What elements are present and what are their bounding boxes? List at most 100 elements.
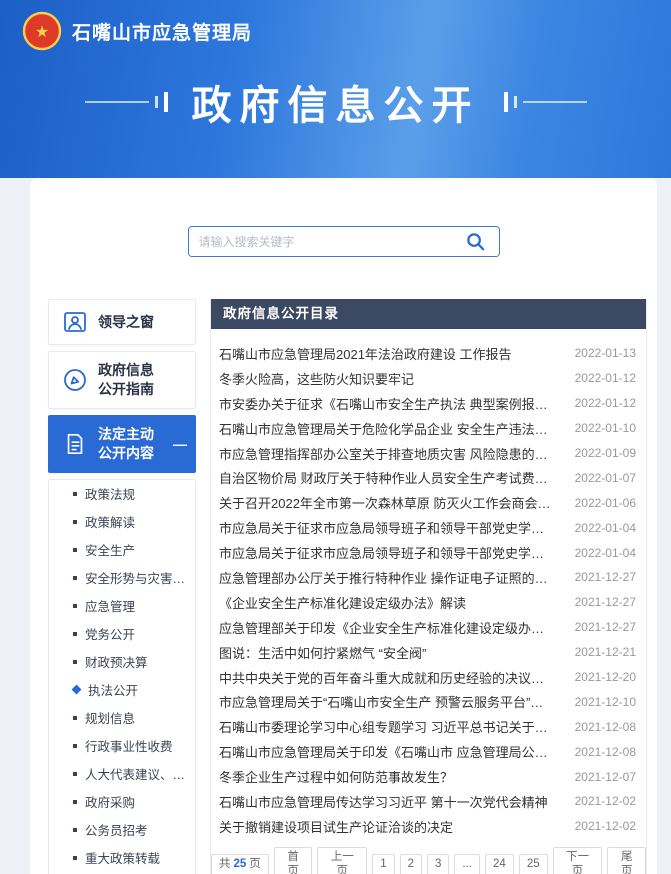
article-row[interactable]: 图说：生活中如何拧紧燃气 “安全阀” 2021-12-21 (211, 640, 646, 665)
article-date: 2022-01-04 (574, 545, 636, 560)
bullet-icon (73, 631, 77, 636)
article-title[interactable]: 石嘴山市委理论学习中心组专题学习 习近平总书记关于安全生产 重要论述 (219, 717, 556, 736)
sidebar-item-label: 政府信息公开指南 (98, 362, 154, 397)
article-title[interactable]: 市应急管理局关于“石嘴山市安全生产 预警云服务平台”运行情况的通报 (219, 692, 556, 711)
article-title[interactable]: 冬季企业生产过程中如何防范事故发生？ (219, 767, 556, 786)
article-row[interactable]: 关于召开2022年全市第一次森林草原 防灭火工作会商会议的通知 2022-01-0… (211, 490, 646, 515)
bullet-icon (73, 575, 77, 580)
sidebar-item-npc-cppcc[interactable]: 人大代表建议、政协委... (49, 760, 195, 788)
bullet-icon (73, 827, 77, 832)
article-row[interactable]: 市应急管理指挥部办公室关于排查地质灾害 风险隐患的紧急通知 2022-01-09 (211, 441, 646, 466)
article-row[interactable]: 应急管理部办公厅关于推行特种作业 操作证电子证照的通知 2021-12-27 (211, 565, 646, 590)
sidebar-item-civil-servant-recruitment[interactable]: 公务员招考 (49, 816, 195, 844)
section-header: 政府信息公开目录 (211, 299, 646, 329)
sidebar-item-party-affairs[interactable]: 党务公开 (49, 620, 195, 648)
article-list: 石嘴山市应急管理局2021年法治政府建设 工作报告 2022-01-13 冬季火险… (211, 329, 646, 839)
article-row[interactable]: 市应急局关于征求市应急局领导班子和领导干部党史学习教育专题民主生活会 意... 2… (211, 540, 646, 565)
article-title[interactable]: 关于撤销建设项目试生产论证洽谈的决定 (219, 817, 556, 836)
article-row[interactable]: 冬季火险高，这些防火知识要牢记 2022-01-12 (211, 366, 646, 391)
bullet-icon (73, 855, 77, 860)
sidebar-item-law-enforcement[interactable]: 执法公开 (49, 676, 195, 704)
sidebar-item-policy-interpretation[interactable]: 政策解读 (49, 508, 195, 536)
article-row[interactable]: 石嘴山市应急管理局关于危险化学品企业 安全生产违法行为典型案例的通报 2022-0… (211, 416, 646, 441)
sidebar-item-statutory-disclosure[interactable]: 法定主动公开内容 — (48, 414, 196, 473)
article-title[interactable]: 中共中央关于党的百年奋斗重大成就和历史经验的决议（全文） (219, 668, 556, 687)
article-row[interactable]: 石嘴山市委理论学习中心组专题学习 习近平总书记关于安全生产 重要论述 2021-1… (211, 714, 646, 739)
collapse-indicator[interactable]: — (173, 436, 187, 452)
leader-window-icon (61, 309, 89, 335)
section-title: 政府信息公开目录 (223, 306, 339, 321)
article-row[interactable]: 市应急管理局关于“石嘴山市安全生产 预警云服务平台”运行情况的通报 2021-12… (211, 689, 646, 714)
article-date: 2021-12-20 (574, 670, 636, 685)
article-title[interactable]: 石嘴山市应急管理局关于危险化学品企业 安全生产违法行为典型案例的通报 (219, 419, 556, 438)
article-date: 2021-12-21 (574, 645, 636, 660)
article-title[interactable]: 应急管理部办公厅关于推行特种作业 操作证电子证照的通知 (219, 568, 556, 587)
article-row[interactable]: 石嘴山市应急管理局传达学习习近平 第十一次党代会精神 2021-12-02 (211, 789, 646, 814)
article-title[interactable]: 石嘴山市应急管理局传达学习习近平 第十一次党代会精神 (219, 792, 556, 811)
article-row[interactable]: 石嘴山市应急管理局关于印发《石嘴山市 应急管理局公平竞争审查制度（试行）... 2… (211, 739, 646, 764)
article-date: 2022-01-12 (574, 396, 636, 411)
article-title[interactable]: 《企业安全生产标准化建设定级办法》解读 (219, 593, 556, 612)
bullet-icon (73, 519, 77, 524)
page-total-suffix: 页 (249, 857, 261, 870)
article-date: 2022-01-09 (574, 446, 636, 460)
sidebar-item-emergency-management[interactable]: 应急管理 (49, 592, 195, 620)
pagination-next[interactable]: 下一页 (552, 846, 603, 874)
article-title[interactable]: 市应急局关于征求市应急局领导班子和领导干部党史学习教育专题民主生活会 意... (219, 543, 556, 562)
article-title[interactable]: 市应急局关于征求市应急局领导班子和领导干部党史学习教育专题民主生活会 意... (219, 518, 556, 537)
sidebar-item-planning-info[interactable]: 规划信息 (49, 704, 195, 732)
article-row[interactable]: 应急管理部关于印发《企业安全生产标准化建设定级办法》的通知 2021-12-27 (211, 615, 646, 640)
article-title[interactable]: 应急管理部关于印发《企业安全生产标准化建设定级办法》的通知 (219, 618, 556, 637)
sidebar-item-disclosure-guide[interactable]: 政府信息公开指南 (48, 351, 196, 409)
article-title[interactable]: 市安委办关于征求《石嘴山市安全生产执法 典型案例报送和曝光制度》意见建议... (219, 394, 556, 413)
sidebar-item-leader-window[interactable]: 领导之窗 (48, 299, 196, 345)
search-input[interactable] (188, 227, 453, 256)
pagination-first[interactable]: 首页 (273, 846, 313, 874)
pagination-page-2[interactable]: 2 (399, 853, 423, 874)
article-title[interactable]: 石嘴山市应急管理局2021年法治政府建设 工作报告 (219, 344, 556, 363)
article-title[interactable]: 石嘴山市应急管理局关于印发《石嘴山市 应急管理局公平竞争审查制度（试行）... (219, 742, 556, 761)
article-row[interactable]: 《企业安全生产标准化建设定级办法》解读 2021-12-27 (211, 590, 646, 615)
sidebar-item-label: 法定主动公开内容 (98, 425, 154, 461)
article-row[interactable]: 市应急局关于征求市应急局领导班子和领导干部党史学习教育专题民主生活会 意... 2… (211, 515, 646, 540)
article-title[interactable]: 图说：生活中如何拧紧燃气 “安全阀” (219, 643, 556, 662)
pagination-ellipsis[interactable]: ... (454, 853, 481, 874)
pagination-page-1[interactable]: 1 (372, 853, 395, 874)
pagination-page-24[interactable]: 24 (485, 853, 514, 874)
article-row[interactable]: 冬季企业生产过程中如何防范事故发生？ 2021-12-07 (211, 764, 646, 789)
sidebar-item-work-safety[interactable]: 安全生产 (49, 536, 195, 564)
bullet-icon (73, 715, 77, 720)
search-box (187, 226, 500, 257)
article-date: 2021-12-08 (574, 719, 636, 734)
banner-decoration-left (84, 92, 168, 112)
pagination-prev[interactable]: 上一页 (317, 846, 368, 874)
article-title[interactable]: 冬季火险高，这些防火知识要牢记 (219, 369, 556, 388)
bullet-icon (73, 771, 77, 776)
sidebar-item-policy-law[interactable]: 政策法规 (49, 480, 195, 508)
article-row[interactable]: 自治区物价局 财政厅关于特种作业人员安全生产考试费标准的复函 2022-01-07 (211, 465, 646, 490)
article-date: 2021-12-07 (574, 769, 636, 784)
search-area (30, 178, 657, 257)
article-title[interactable]: 自治区物价局 财政厅关于特种作业人员安全生产考试费标准的复函 (219, 468, 556, 487)
article-title[interactable]: 市应急管理指挥部办公室关于排查地质灾害 风险隐患的紧急通知 (219, 444, 556, 463)
article-title[interactable]: 关于召开2022年全市第一次森林草原 防灭火工作会商会议的通知 (219, 493, 556, 512)
pagination-last[interactable]: 尾页 (607, 846, 647, 874)
article-date: 2022-01-06 (574, 495, 636, 510)
sidebar-item-gov-procurement[interactable]: 政府采购 (49, 788, 195, 816)
pagination: 共 25 页 首页 上一页 1 2 3 ... 24 25 下一页 尾页 (211, 839, 647, 874)
article-date: 2021-12-27 (574, 595, 636, 610)
sidebar-item-safety-situation[interactable]: 安全形势与灾害预警 (49, 564, 195, 592)
sidebar-item-fiscal-budget[interactable]: 财政预决算 (49, 648, 195, 676)
article-row[interactable]: 市安委办关于征求《石嘴山市安全生产执法 典型案例报送和曝光制度》意见建议... 2… (211, 391, 646, 416)
article-row[interactable]: 中共中央关于党的百年奋斗重大成就和历史经验的决议（全文） 2021-12-20 (211, 665, 646, 690)
pagination-page-25[interactable]: 25 (518, 853, 548, 874)
sidebar-item-major-policy-repost[interactable]: 重大政策转载 (49, 844, 195, 872)
document-icon (61, 432, 89, 456)
article-row[interactable]: 关于撤销建设项目试生产论证洽谈的决定 2021-12-02 (211, 814, 646, 839)
search-button[interactable] (452, 227, 499, 256)
article-row[interactable]: 石嘴山市应急管理局2021年法治政府建设 工作报告 2022-01-13 (211, 341, 646, 366)
sidebar-item-administrative-fees[interactable]: 行政事业性收费 (49, 732, 195, 760)
sidebar-menu: 政策法规 政策解读 安全生产 安全形势与灾害预警 应急管理 党务公开 财政预决算… (48, 478, 196, 874)
pagination-page-3[interactable]: 3 (427, 853, 450, 874)
bullet-icon (73, 743, 77, 748)
